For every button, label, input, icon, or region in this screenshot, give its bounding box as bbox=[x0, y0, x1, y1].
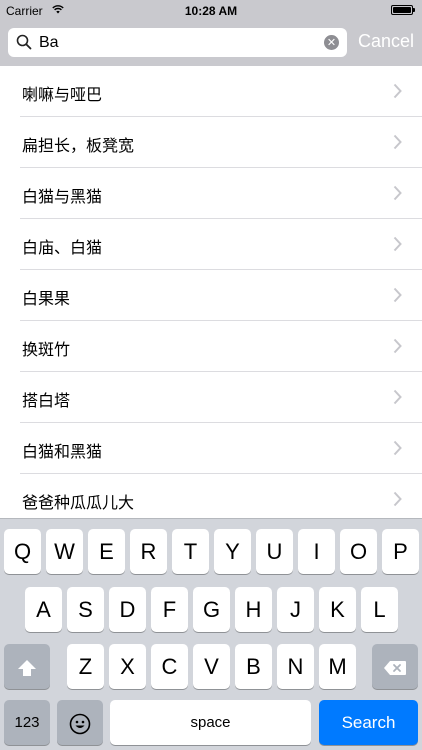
keyboard: Q W E R T Y U I O P A S D F G H J K L Z … bbox=[0, 518, 422, 750]
search-field[interactable]: ✕ bbox=[8, 28, 347, 57]
chevron-right-icon bbox=[393, 134, 402, 150]
list-item-title: 爸爸种瓜瓜儿大 bbox=[22, 493, 135, 512]
delete-key[interactable] bbox=[372, 644, 418, 689]
key-s[interactable]: S bbox=[67, 587, 104, 632]
chevron-right-icon bbox=[393, 287, 402, 303]
status-time: 10:28 AM bbox=[184, 4, 238, 18]
list-item[interactable]: 换斑竹 bbox=[0, 321, 422, 372]
search-input[interactable] bbox=[39, 28, 309, 57]
key-j[interactable]: J bbox=[277, 587, 314, 632]
key-t[interactable]: T bbox=[172, 529, 209, 574]
list-item-title: 喇嘛与哑巴 bbox=[22, 85, 103, 104]
key-i[interactable]: I bbox=[298, 529, 335, 574]
list-item[interactable]: 喇嘛与哑巴 bbox=[0, 66, 422, 117]
cancel-button[interactable]: Cancel bbox=[358, 31, 414, 52]
list-item-title: 白果果 bbox=[22, 289, 71, 308]
list-item-title: 搭白塔 bbox=[22, 391, 71, 410]
shift-icon bbox=[18, 660, 36, 677]
key-w[interactable]: W bbox=[46, 529, 83, 574]
delete-icon bbox=[384, 661, 406, 676]
key-p[interactable]: P bbox=[382, 529, 419, 574]
clear-icon[interactable]: ✕ bbox=[324, 35, 339, 50]
list-item-title: 白猫和黑猫 bbox=[22, 442, 103, 461]
key-r[interactable]: R bbox=[130, 529, 167, 574]
results-list: 喇嘛与哑巴 扁担长，板凳宽 白猫与黑猫 白庙、白猫 白果果 换斑竹 搭白塔 白猫… bbox=[0, 66, 422, 525]
key-l[interactable]: L bbox=[361, 587, 398, 632]
list-item-title: 白庙、白猫 bbox=[22, 238, 103, 257]
space-key[interactable]: space bbox=[110, 700, 311, 745]
key-d[interactable]: D bbox=[109, 587, 146, 632]
key-z[interactable]: Z bbox=[67, 644, 104, 689]
chevron-right-icon bbox=[393, 185, 402, 201]
key-c[interactable]: C bbox=[151, 644, 188, 689]
key-m[interactable]: M bbox=[319, 644, 356, 689]
key-u[interactable]: U bbox=[256, 529, 293, 574]
numbers-key[interactable]: 123 bbox=[4, 700, 50, 745]
chevron-right-icon bbox=[393, 338, 402, 354]
key-n[interactable]: N bbox=[277, 644, 314, 689]
key-q[interactable]: Q bbox=[4, 529, 41, 574]
search-header: Carrier 10:28 AM ✕ Cancel bbox=[0, 0, 422, 66]
emoji-icon bbox=[69, 713, 91, 735]
chevron-right-icon bbox=[393, 83, 402, 99]
list-item[interactable]: 扁担长，板凳宽 bbox=[0, 117, 422, 168]
list-item[interactable]: 白庙、白猫 bbox=[0, 219, 422, 270]
key-k[interactable]: K bbox=[319, 587, 356, 632]
battery-icon bbox=[391, 5, 415, 15]
chevron-right-icon bbox=[393, 389, 402, 405]
list-item-title: 白猫与黑猫 bbox=[22, 187, 103, 206]
key-y[interactable]: Y bbox=[214, 529, 251, 574]
chevron-right-icon bbox=[393, 236, 402, 252]
key-g[interactable]: G bbox=[193, 587, 230, 632]
key-e[interactable]: E bbox=[88, 529, 125, 574]
key-b[interactable]: B bbox=[235, 644, 272, 689]
emoji-key[interactable] bbox=[57, 700, 103, 745]
status-bar: Carrier 10:28 AM bbox=[0, 0, 422, 22]
search-key[interactable]: Search bbox=[319, 700, 418, 745]
chevron-right-icon bbox=[393, 491, 402, 507]
chevron-right-icon bbox=[393, 440, 402, 456]
key-a[interactable]: A bbox=[25, 587, 62, 632]
key-v[interactable]: V bbox=[193, 644, 230, 689]
key-h[interactable]: H bbox=[235, 587, 272, 632]
key-x[interactable]: X bbox=[109, 644, 146, 689]
list-item[interactable]: 白猫与黑猫 bbox=[0, 168, 422, 219]
key-o[interactable]: O bbox=[340, 529, 377, 574]
key-f[interactable]: F bbox=[151, 587, 188, 632]
list-item[interactable]: 搭白塔 bbox=[0, 372, 422, 423]
list-item-title: 换斑竹 bbox=[22, 340, 71, 359]
search-icon bbox=[16, 34, 32, 50]
list-item[interactable]: 白猫和黑猫 bbox=[0, 423, 422, 474]
shift-key[interactable] bbox=[4, 644, 50, 689]
list-item[interactable]: 白果果 bbox=[0, 270, 422, 321]
list-item-title: 扁担长，板凳宽 bbox=[22, 136, 135, 155]
